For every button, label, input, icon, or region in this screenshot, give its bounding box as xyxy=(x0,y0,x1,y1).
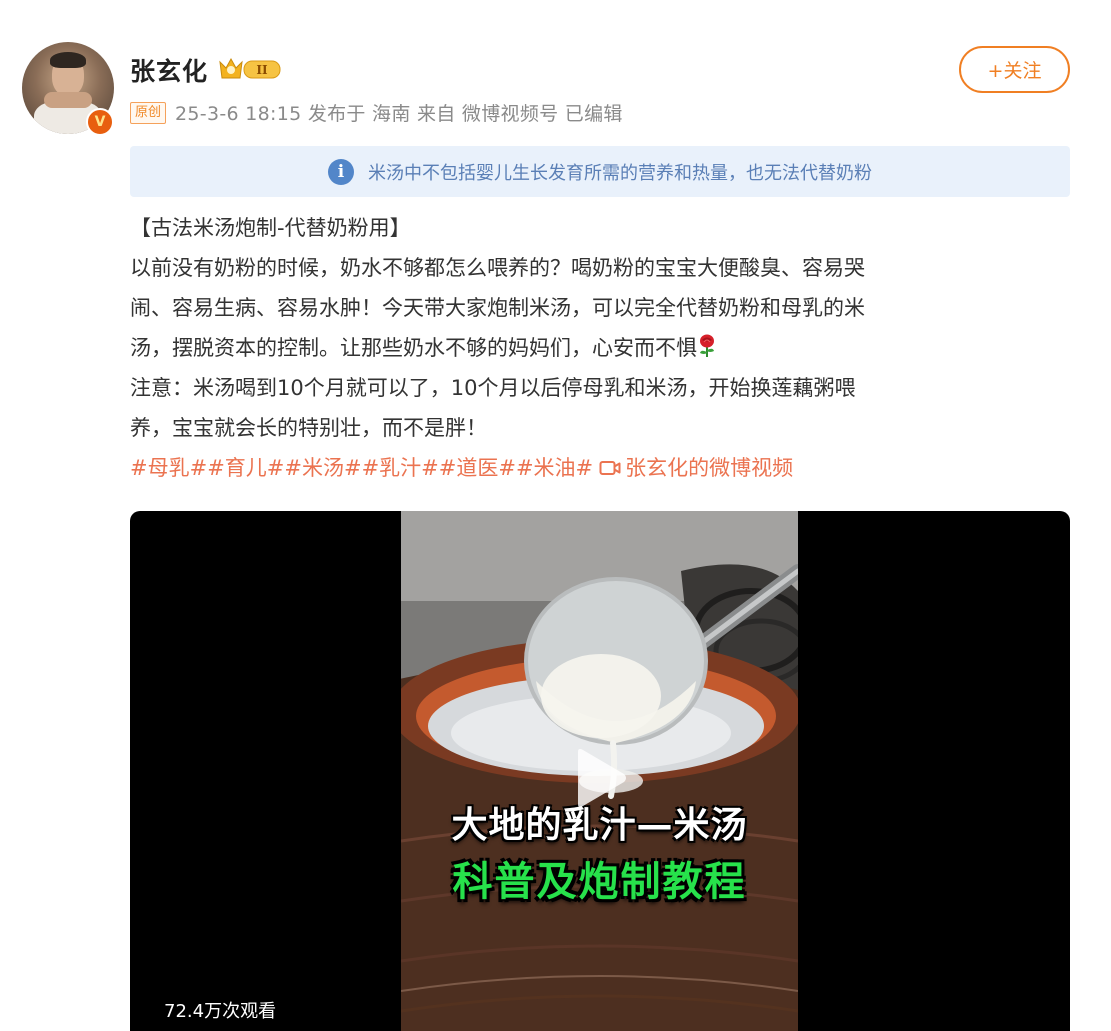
notice-banner: i 米汤中不包括婴儿生长发育所需的营养和热量，也无法代替奶粉 xyxy=(130,146,1070,197)
post-text-line: 汤，摆脱资本的控制。让那些奶水不够的妈妈们，心安而不惧 xyxy=(130,328,1060,368)
rose-icon xyxy=(700,334,714,357)
post-text-line: 养，宝宝就会长的特别壮，而不是胖！ xyxy=(130,416,487,440)
post-title-line: 【古法米汤炮制-代替奶粉用】 xyxy=(130,216,411,240)
video-player[interactable]: 大地的乳汁—米汤 科普及炮制教程 72.4万次观看 xyxy=(130,511,1070,1031)
info-icon: i xyxy=(328,158,354,185)
post-text-line: 注意：米汤喝到10个月就可以了，10个月以后停母乳和米汤，开始换莲藕粥喂 xyxy=(130,376,856,400)
play-icon[interactable] xyxy=(570,746,630,810)
post-text-line: 闹、容易生病、容易水肿！今天带大家炮制米汤，可以完全代替奶粉和母乳的米 xyxy=(130,296,865,320)
post-meta-info: 25-3-6 18:15 发布于 海南 来自 微博视频号 已编辑 xyxy=(175,103,623,125)
video-caption-line2: 科普及炮制教程 xyxy=(452,859,747,905)
post-text-segment: 汤，摆脱资本的控制。让那些奶水不够的妈妈们，心安而不惧 xyxy=(130,336,697,360)
verified-badge-icon: V xyxy=(86,108,114,136)
hashtag-links[interactable]: #母乳##育儿##米汤##乳汁##道医##米油# xyxy=(130,456,593,480)
video-link-icon[interactable] xyxy=(599,459,621,477)
notice-text: 米汤中不包括婴儿生长发育所需的营养和热量，也无法代替奶粉 xyxy=(368,162,872,184)
weibo-post-page: V 张玄化 II 原创 25-3-6 18:15 发布于 海南 来自 微博视频号… xyxy=(0,0,1111,1031)
username[interactable]: 张玄化 xyxy=(130,52,208,88)
post-meta: 原创 25-3-6 18:15 发布于 海南 来自 微博视频号 已编辑 xyxy=(130,99,623,126)
post-text-line: 以前没有奶粉的时候，奶水不够都怎么喂养的？喝奶粉的宝宝大便酸臭、容易哭 xyxy=(130,256,865,280)
view-count: 72.4万次观看 xyxy=(164,1001,277,1022)
level-badge-icon[interactable]: II xyxy=(217,56,283,83)
video-link[interactable]: 张玄化的微博视频 xyxy=(625,456,793,480)
follow-button[interactable]: +关注 xyxy=(959,46,1070,93)
level-badge-text: II xyxy=(256,63,268,77)
post-content: 【古法米汤炮制-代替奶粉用】 以前没有奶粉的时候，奶水不够都怎么喂养的？喝奶粉的… xyxy=(130,208,1060,488)
hashtag-row: #母乳##育儿##米汤##乳汁##道医##米油# 张玄化的微博视频 xyxy=(130,448,1060,488)
original-tag: 原创 xyxy=(130,101,167,124)
